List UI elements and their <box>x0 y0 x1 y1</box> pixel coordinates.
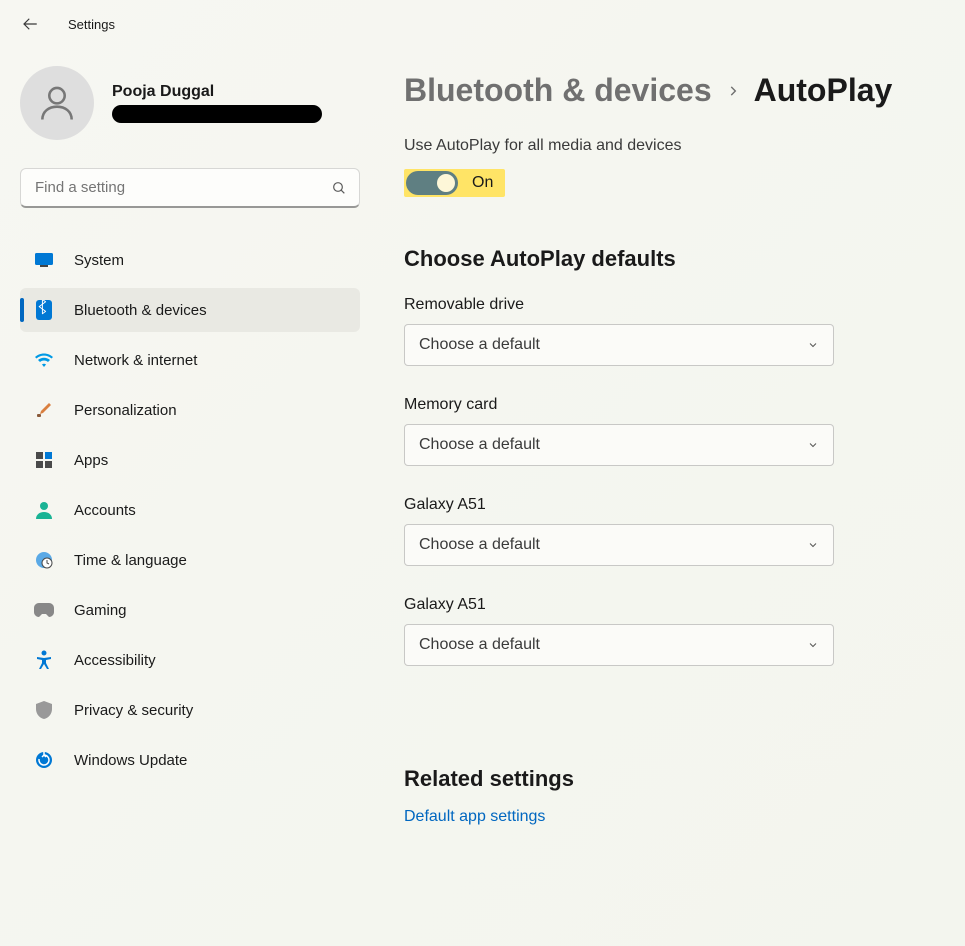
sidebar-item-label: Time & language <box>74 552 187 569</box>
wifi-icon <box>34 350 54 370</box>
defaults-heading: Choose AutoPlay defaults <box>404 246 925 272</box>
sidebar-item-gaming[interactable]: Gaming <box>20 588 360 632</box>
search-box <box>20 168 360 208</box>
sidebar-item-bluetooth-devices[interactable]: Bluetooth & devices <box>20 288 360 332</box>
sidebar-item-privacy-security[interactable]: Privacy & security <box>20 688 360 732</box>
default-label: Galaxy A51 <box>404 596 834 614</box>
chevron-down-icon <box>807 639 819 651</box>
autoplay-toggle-row: On <box>404 169 505 197</box>
default-label: Memory card <box>404 396 834 414</box>
bluetooth-icon <box>34 300 54 320</box>
update-icon <box>34 750 54 770</box>
sidebar-item-label: Windows Update <box>74 752 187 769</box>
sidebar-item-time-language[interactable]: Time & language <box>20 538 360 582</box>
search-icon <box>330 179 348 197</box>
back-arrow-icon <box>21 15 39 33</box>
default-label: Removable drive <box>404 296 834 314</box>
breadcrumb-parent[interactable]: Bluetooth & devices <box>404 72 712 109</box>
sidebar-item-apps[interactable]: Apps <box>20 438 360 482</box>
autoplay-toggle[interactable] <box>406 171 458 195</box>
sidebar-item-accessibility[interactable]: Accessibility <box>20 638 360 682</box>
chevron-down-icon <box>807 339 819 351</box>
sidebar-item-label: Privacy & security <box>74 702 193 719</box>
title-bar: Settings <box>0 0 965 48</box>
shield-icon <box>34 700 54 720</box>
search-input[interactable] <box>20 168 360 208</box>
app-title: Settings <box>68 17 115 32</box>
sidebar-item-system[interactable]: System <box>20 238 360 282</box>
link-default-app-settings[interactable]: Default app settings <box>404 808 925 826</box>
nav-list: System Bluetooth & devices Network & int… <box>20 238 360 782</box>
autoplay-toggle-state: On <box>472 174 493 192</box>
apps-icon <box>34 450 54 470</box>
user-name: Pooja Duggal <box>112 83 322 101</box>
sidebar-item-label: Network & internet <box>74 352 197 369</box>
select-value: Choose a default <box>419 436 540 454</box>
related-heading: Related settings <box>404 766 925 792</box>
sidebar-item-windows-update[interactable]: Windows Update <box>20 738 360 782</box>
person-icon <box>34 500 54 520</box>
sidebar-item-label: Accounts <box>74 502 136 519</box>
page-title: AutoPlay <box>754 72 893 109</box>
sidebar-item-label: Personalization <box>74 402 177 419</box>
sidebar-item-network[interactable]: Network & internet <box>20 338 360 382</box>
sidebar-item-label: System <box>74 252 124 269</box>
chevron-down-icon <box>807 539 819 551</box>
user-block[interactable]: Pooja Duggal <box>20 66 360 140</box>
default-select-galaxy-a51-1[interactable]: Choose a default <box>404 524 834 566</box>
avatar <box>20 66 94 140</box>
default-select-galaxy-a51-2[interactable]: Choose a default <box>404 624 834 666</box>
default-item-removable-drive: Removable drive Choose a default <box>404 296 834 366</box>
sidebar-item-label: Bluetooth & devices <box>74 302 207 319</box>
autoplay-toggle-label: Use AutoPlay for all media and devices <box>404 137 925 155</box>
select-value: Choose a default <box>419 536 540 554</box>
sidebar-item-label: Gaming <box>74 602 127 619</box>
sidebar-item-label: Accessibility <box>74 652 156 669</box>
breadcrumb: Bluetooth & devices AutoPlay <box>404 72 925 109</box>
sidebar-item-personalization[interactable]: Personalization <box>20 388 360 432</box>
main-content: Bluetooth & devices AutoPlay Use AutoPla… <box>380 48 965 826</box>
brush-icon <box>34 400 54 420</box>
chevron-right-icon <box>726 84 740 98</box>
back-button[interactable] <box>16 10 44 38</box>
toggle-knob <box>437 174 455 192</box>
sidebar-item-accounts[interactable]: Accounts <box>20 488 360 532</box>
default-item-galaxy-a51-1: Galaxy A51 Choose a default <box>404 496 834 566</box>
user-icon <box>35 81 79 125</box>
clock-globe-icon <box>34 550 54 570</box>
chevron-down-icon <box>807 439 819 451</box>
select-value: Choose a default <box>419 336 540 354</box>
default-item-galaxy-a51-2: Galaxy A51 Choose a default <box>404 596 834 666</box>
defaults-list: Removable drive Choose a default Memory … <box>404 296 834 666</box>
sidebar: Pooja Duggal System Bluetooth & devices … <box>0 48 380 826</box>
user-email-redacted <box>112 105 322 123</box>
default-item-memory-card: Memory card Choose a default <box>404 396 834 466</box>
sidebar-item-label: Apps <box>74 452 108 469</box>
autoplay-toggle-section: Use AutoPlay for all media and devices O… <box>404 137 925 200</box>
select-value: Choose a default <box>419 636 540 654</box>
default-select-memory-card[interactable]: Choose a default <box>404 424 834 466</box>
default-select-removable-drive[interactable]: Choose a default <box>404 324 834 366</box>
gamepad-icon <box>34 600 54 620</box>
accessibility-icon <box>34 650 54 670</box>
system-icon <box>34 250 54 270</box>
default-label: Galaxy A51 <box>404 496 834 514</box>
